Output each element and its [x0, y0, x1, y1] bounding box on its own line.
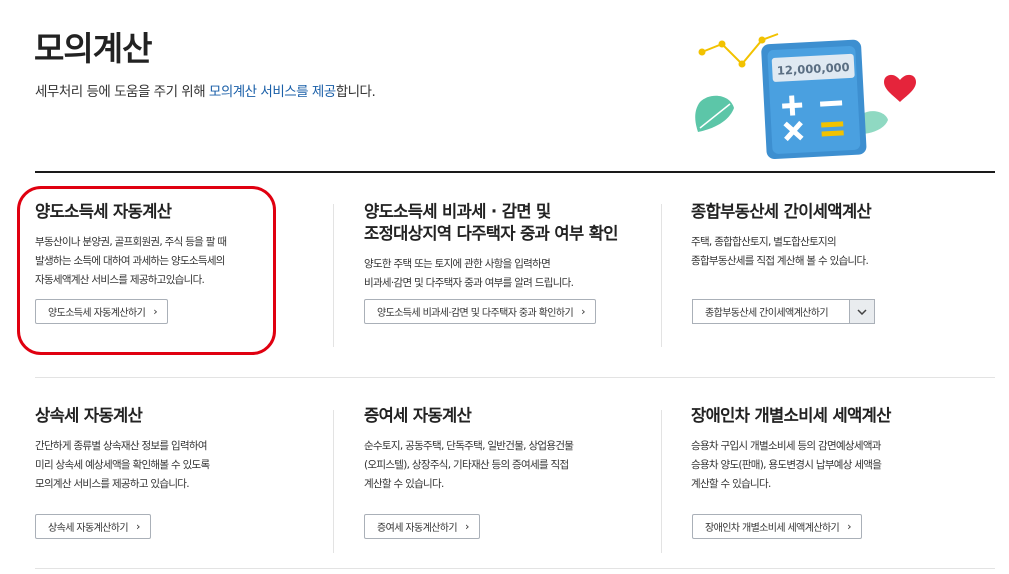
card-title: 양도소득세 비과세 · 감면 및: [364, 202, 551, 221]
chevron-right-icon: ›: [153, 305, 157, 318]
chevron-right-icon: ›: [464, 520, 469, 533]
card-capital-gains-auto: 양도소득세 자동계산 부동산이나 분양권, 골프회원권, 주식 등을 팔 때 발…: [35, 201, 335, 290]
chart-dot-icon: [718, 40, 726, 48]
card-description: 승용차 구입시 개별소비세 등의 감면예상세액과 승용차 양도(판매), 용도변…: [691, 440, 882, 490]
comprehensive-real-estate-select[interactable]: 종합부동산세 간이세액계산하기: [692, 299, 875, 324]
card-title: 장애인차 개별소비세 세액계산: [691, 406, 891, 425]
chevron-right-icon: ›: [135, 520, 140, 533]
select-value[interactable]: 종합부동산세 간이세액계산하기: [692, 299, 849, 324]
bottom-divider: [35, 568, 995, 569]
page-title: 모의계산: [34, 29, 152, 68]
button-label: 증여세 자동계산하기: [377, 523, 458, 534]
capital-gains-exemption-button[interactable]: 양도소득세 비과세·감면 및 다주택자 중과 확인하기 ›: [364, 299, 596, 324]
button-label: 양도소득세 자동계산하기: [48, 308, 146, 319]
heart-icon: [884, 74, 916, 102]
calculator-illustration: 12,000,000: [695, 33, 916, 160]
card-description: 양도한 주택 또는 토지에 관한 사항을 입력하면 비과세·감면 및 다주택자 …: [364, 258, 574, 289]
chevron-down-icon[interactable]: [849, 299, 875, 324]
chevron-right-icon: ›: [847, 520, 851, 533]
header-divider: [35, 171, 995, 173]
card-title: 상속세 자동계산: [35, 406, 143, 425]
capital-gains-auto-button[interactable]: 양도소득세 자동계산하기 ›: [35, 299, 168, 324]
card-description: 순수토지, 공동주택, 단독주택, 일반건물, 상업용건물 (오피스텔), 상장…: [364, 440, 574, 490]
card-disabled-vehicle-tax: 장애인차 개별소비세 세액계산 승용차 구입시 개별소비세 등의 감면예상세액과…: [691, 405, 991, 494]
button-label: 장애인차 개별소비세 세액계산하기: [705, 523, 840, 534]
card-description: 부동산이나 분양권, 골프회원권, 주식 등을 팔 때 발생하는 소득에 대하여…: [35, 236, 227, 286]
page-description-prefix: 세무처리 등에 도움을 주기 위해: [35, 84, 209, 100]
card-title: 증여세 자동계산: [364, 406, 472, 425]
page-description-highlight: 모의계산 서비스를 제공: [208, 84, 336, 100]
chart-dot-icon: [698, 48, 706, 56]
card-title: 양도소득세 자동계산: [35, 202, 172, 221]
gift-tax-button[interactable]: 증여세 자동계산하기 ›: [364, 514, 480, 539]
page-description: 세무처리 등에 도움을 주기 위해 모의계산 서비스를 제공합니다.: [35, 80, 376, 100]
page-description-suffix: 합니다.: [335, 84, 376, 100]
inheritance-tax-button[interactable]: 상속세 자동계산하기 ›: [35, 514, 151, 539]
row-divider: [35, 377, 995, 378]
card-gift-tax: 증여세 자동계산 순수토지, 공동주택, 단독주택, 일반건물, 상업용건물 (…: [364, 405, 664, 494]
card-description: 주택, 종합합산토지, 별도합산토지의 종합부동산세를 직접 계산해 볼 수 있…: [691, 236, 869, 267]
disabled-vehicle-tax-button[interactable]: 장애인차 개별소비세 세액계산하기 ›: [692, 514, 862, 539]
button-label: 상속세 자동계산하기: [48, 523, 129, 534]
card-inheritance-tax: 상속세 자동계산 간단하게 종류별 상속재산 정보를 입력하여 미리 상속세 예…: [35, 405, 335, 494]
chart-dot-icon: [758, 36, 766, 44]
chevron-right-icon: ›: [581, 305, 585, 318]
chart-dot-icon: [738, 60, 746, 68]
card-description: 간단하게 종류별 상속재산 정보를 입력하여 미리 상속세 예상세액을 확인해볼…: [35, 440, 210, 490]
card-title-line2: 조정대상지역 다주택자 중과 여부 확인: [364, 224, 618, 243]
card-comprehensive-real-estate: 종합부동산세 간이세액계산 주택, 종합합산토지, 별도합산토지의 종합부동산세…: [691, 201, 991, 271]
calculator-icon: 12,000,000: [761, 39, 867, 160]
card-capital-gains-exemption: 양도소득세 비과세 · 감면 및 조정대상지역 다주택자 중과 여부 확인 양도…: [364, 201, 664, 293]
button-label: 양도소득세 비과세·감면 및 다주택자 중과 확인하기: [377, 308, 574, 319]
card-title: 종합부동산세 간이세액계산: [691, 202, 872, 221]
